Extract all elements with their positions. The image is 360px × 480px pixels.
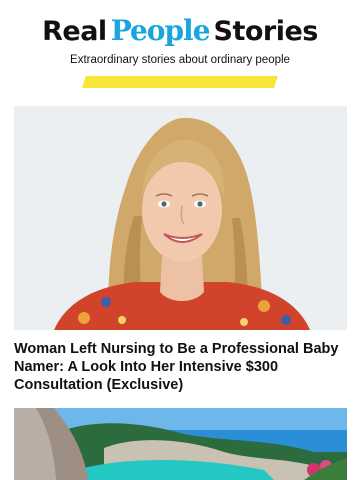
beach-photo xyxy=(14,408,347,480)
masthead: Real People Stories Extraordinary stories … xyxy=(0,0,360,100)
site-tagline: Extraordinary stories about ordinary peo… xyxy=(70,54,290,66)
article-image-2[interactable] xyxy=(14,408,347,480)
site-logo[interactable]: Real People Stories xyxy=(0,14,360,47)
tagline-highlight xyxy=(82,76,278,88)
logo-word-stories: Stories xyxy=(213,16,319,47)
logo-word-people: People xyxy=(110,14,211,47)
article-headline[interactable]: Woman Left Nursing to Be a Professional … xyxy=(14,340,347,394)
portrait-photo xyxy=(14,106,347,330)
logo-word-real: Real xyxy=(42,16,107,47)
article-image[interactable] xyxy=(14,106,347,330)
